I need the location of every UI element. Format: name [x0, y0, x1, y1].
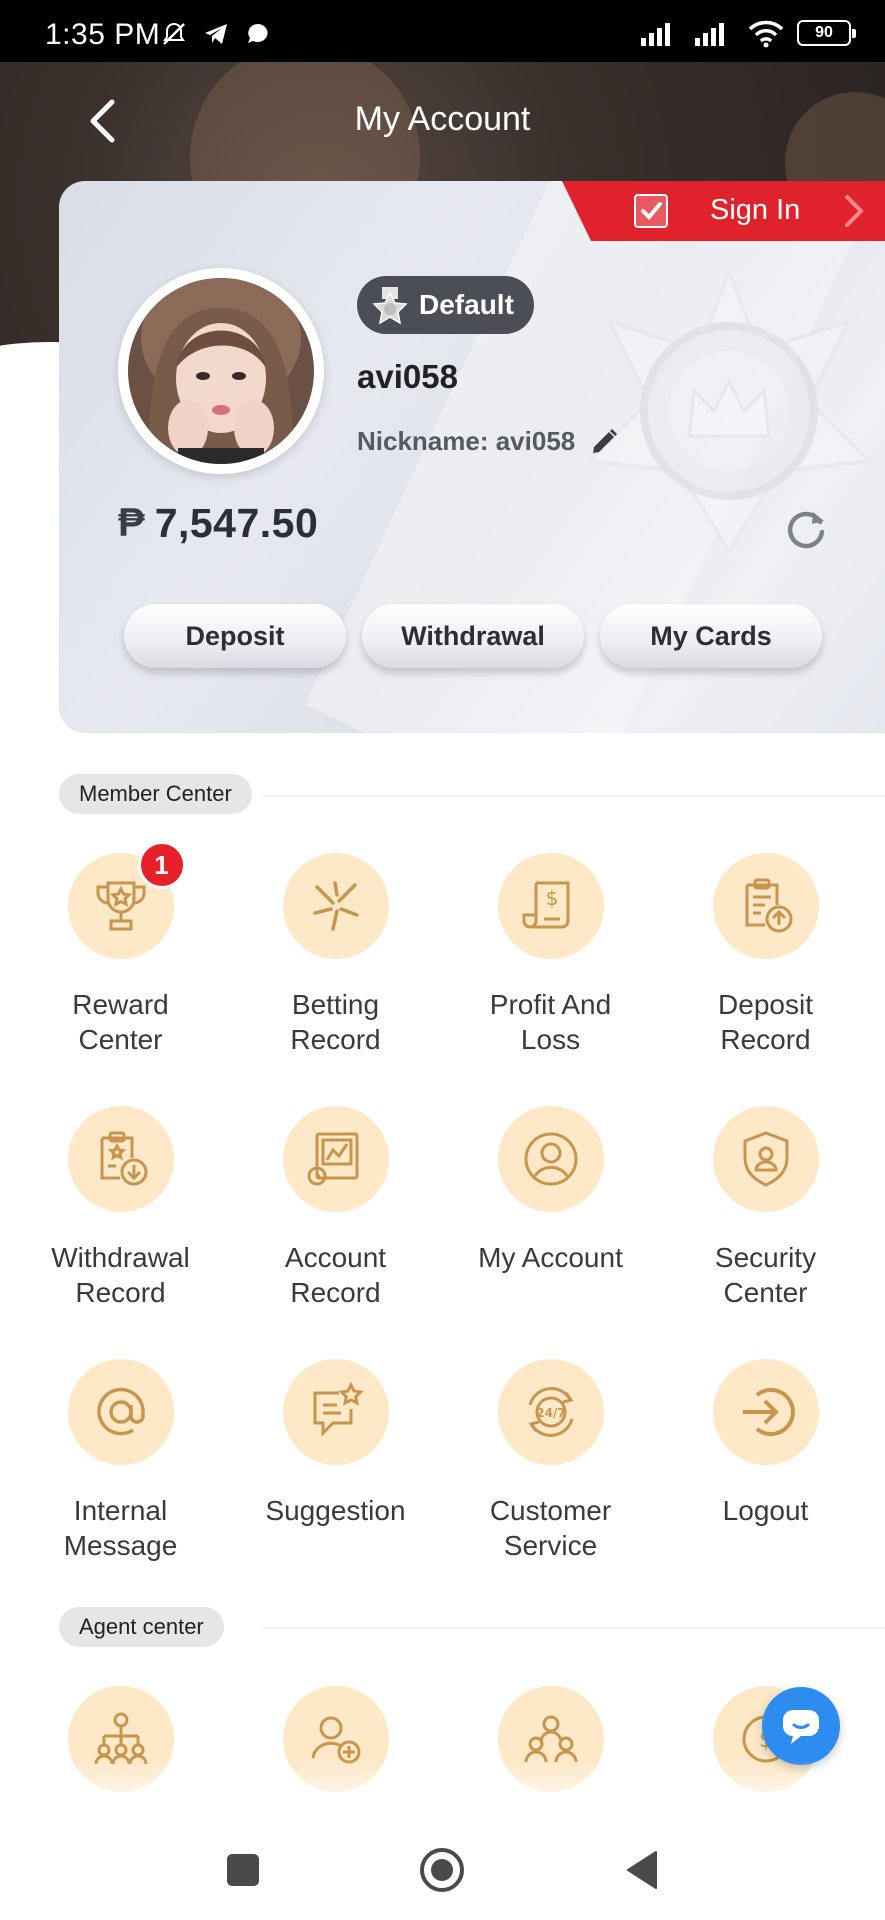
- logout-label: Logout: [722, 1495, 809, 1526]
- refresh-icon[interactable]: [782, 504, 830, 552]
- withdrawal-record-label: Withdrawal Record: [51, 1242, 190, 1308]
- chat-bubble-icon: [248, 24, 268, 43]
- nickname-row: Nickname: avi058: [357, 426, 619, 457]
- wallet-balance: 7,547.50: [154, 500, 319, 546]
- divider: [263, 1627, 885, 1629]
- chat-bubble-icon: [783, 1710, 819, 1744]
- recent-apps-button[interactable]: [218, 1845, 268, 1895]
- status-time: 1:35 PM: [45, 18, 161, 51]
- home-button[interactable]: [417, 1845, 467, 1895]
- withdrawal-record-item[interactable]: Withdrawal Record: [13, 1106, 228, 1310]
- nickname: Nickname: avi058: [357, 426, 576, 456]
- vip-level-badge: Default: [357, 276, 534, 334]
- agent-center-heading: Agent center: [59, 1607, 224, 1647]
- sign-in-button[interactable]: Sign In: [562, 181, 885, 241]
- currency-symbol: ₱: [118, 501, 145, 545]
- security-center-label: Security Center: [714, 1242, 817, 1308]
- internal-message-label: Internal Message: [63, 1495, 178, 1561]
- shield-user-icon: [743, 1131, 788, 1187]
- avatar[interactable]: [118, 268, 324, 474]
- status-system-icons: 90: [639, 18, 856, 48]
- telegram-icon: [205, 24, 227, 44]
- deposit-record-label: Deposit Record: [718, 989, 813, 1055]
- account-record-label: Account Record: [284, 1242, 387, 1308]
- status-notification-icons: [160, 20, 272, 48]
- home-circle-icon: [420, 1848, 464, 1892]
- my-cards-button[interactable]: My Cards: [600, 604, 822, 668]
- triangle-back-icon: [627, 1851, 657, 1889]
- medal-icon: [372, 287, 408, 325]
- account-record-item[interactable]: Account Record: [228, 1106, 443, 1310]
- divider: [263, 795, 885, 797]
- square-icon: [227, 1854, 259, 1886]
- betting-record-item[interactable]: Betting Record: [228, 853, 443, 1057]
- chat-support-button[interactable]: [762, 1687, 840, 1765]
- page-title: My Account: [354, 100, 531, 138]
- betting-record-label: Betting Record: [290, 989, 381, 1055]
- my-account-label: My Account: [478, 1242, 623, 1273]
- profit-and-loss-item[interactable]: $ Profit And Loss: [443, 853, 658, 1057]
- username: avi058: [357, 358, 458, 395]
- suggestion-label: Suggestion: [265, 1495, 406, 1526]
- vip-medal-watermark-icon: [584, 265, 874, 555]
- notification-badge: 1: [137, 841, 186, 889]
- trophy-icon: [96, 881, 145, 931]
- sign-in-label: Sign In: [710, 194, 801, 226]
- reward-center-item[interactable]: 1 Reward Center: [13, 841, 228, 1057]
- suggestion-item[interactable]: Suggestion: [228, 1359, 443, 1528]
- svg-text:$: $: [545, 886, 558, 910]
- vip-level-label: Default: [419, 289, 514, 320]
- clipboard-download-icon: [100, 1131, 147, 1186]
- customer-service-label: Customer Service: [489, 1495, 612, 1561]
- signal-icon: [695, 23, 724, 46]
- logout-item[interactable]: Logout: [658, 1359, 873, 1528]
- svg-text:24/7: 24/7: [536, 1406, 565, 1420]
- checkin-icon: [634, 194, 668, 228]
- reward-center-label: Reward Center: [72, 989, 169, 1055]
- support-24-7-icon: 24/7: [527, 1387, 574, 1437]
- avatar-photo: [128, 278, 314, 464]
- deposit-button[interactable]: Deposit: [124, 604, 346, 668]
- chart-report-icon: [307, 1132, 358, 1186]
- withdrawal-button[interactable]: Withdrawal: [362, 604, 584, 668]
- mute-icon: [163, 22, 185, 45]
- message-star-icon: [313, 1381, 364, 1437]
- status-bar: 1:35 PM 90: [0, 0, 885, 62]
- balance-row: ₱ 7,547.50: [118, 500, 318, 547]
- edit-pencil-icon[interactable]: [589, 427, 619, 457]
- customer-service-item[interactable]: 24/7 Customer Service: [443, 1359, 658, 1563]
- back-nav-button[interactable]: [617, 1845, 667, 1895]
- user-circle-icon: [524, 1132, 577, 1186]
- member-center-heading: Member Center: [59, 774, 252, 814]
- battery-icon: 90: [797, 20, 856, 46]
- logout-icon: [742, 1388, 795, 1436]
- clipboard-upload-icon: [745, 878, 792, 933]
- profit-and-loss-label: Profit And Loss: [489, 989, 612, 1055]
- at-sign-icon: [96, 1387, 145, 1436]
- deposit-record-item[interactable]: Deposit Record: [658, 853, 873, 1057]
- internal-message-item[interactable]: Internal Message: [13, 1359, 228, 1563]
- signal-icon: [641, 23, 670, 46]
- security-center-item[interactable]: Security Center: [658, 1106, 873, 1310]
- chevron-right-icon: [845, 195, 864, 227]
- receipt-dollar-icon: $: [522, 881, 569, 929]
- sparkle-icon: [312, 881, 359, 931]
- my-account-item[interactable]: My Account: [443, 1106, 658, 1275]
- wifi-icon: [748, 20, 784, 48]
